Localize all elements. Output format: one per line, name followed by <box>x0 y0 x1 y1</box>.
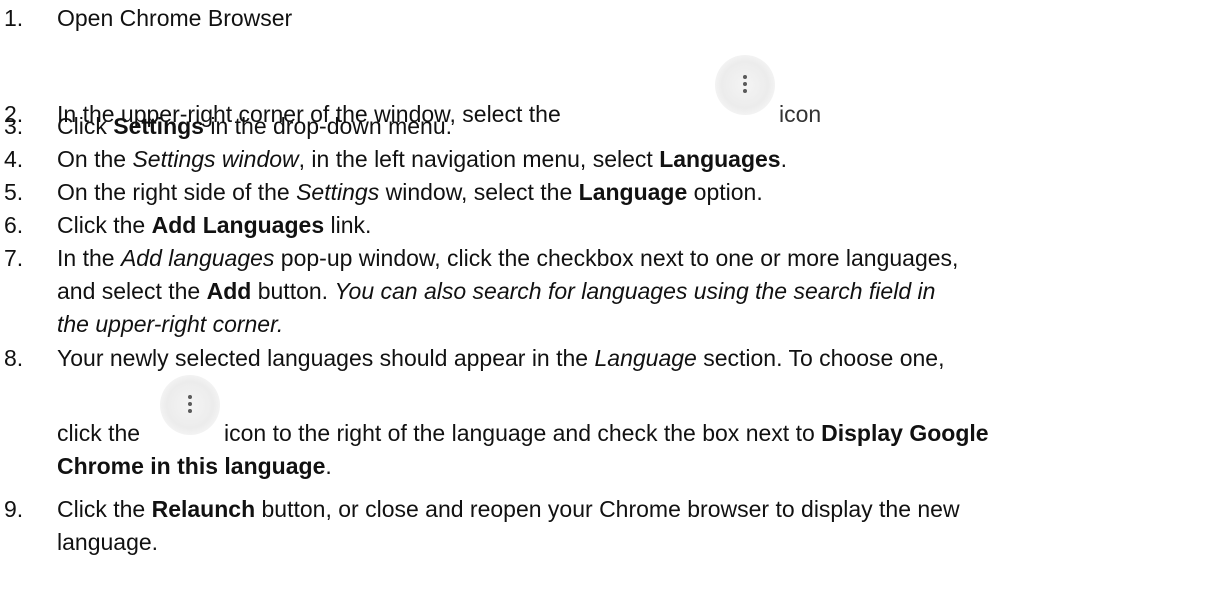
step-text-italic: You can also search for languages using … <box>334 278 936 304</box>
step-text-segment: , in the left navigation menu, select <box>298 146 660 172</box>
step-text-bold: Relaunch <box>151 496 256 522</box>
step-text: Click Settings in the drop-down menu. <box>57 110 1215 143</box>
step-text-italic: the upper-right corner. <box>57 311 284 337</box>
step-text-segment: section. To choose one, <box>696 345 945 371</box>
step-text-segment: Open Chrome Browser <box>57 5 293 31</box>
step-text-segment: Click the <box>57 496 152 522</box>
step-number: 7. <box>4 245 24 271</box>
step-text-bold: Add <box>206 278 252 304</box>
step-text-italic: Settings <box>296 179 380 205</box>
step-text-segment: link. <box>324 212 372 238</box>
step-text-segment: button, or close and reopen your Chrome … <box>255 496 960 522</box>
step-text-segment: On the <box>57 146 133 172</box>
step-text: Click the Add Languages link. <box>57 209 1215 242</box>
more-vertical-icon <box>715 55 775 115</box>
step-number: 1. <box>4 5 24 31</box>
step-7: 7. In the Add languages pop-up window, c… <box>0 242 1215 341</box>
step-9: 9. Click the Relaunch button, or close a… <box>0 493 1215 559</box>
step-text-bold: Language <box>578 179 688 205</box>
step-text-segment: Click the <box>57 212 152 238</box>
step-text-segment: pop-up window, click the checkbox next t… <box>274 245 959 271</box>
step-text-segment: click the <box>57 420 141 446</box>
step-text-segment: . <box>780 146 787 172</box>
step-number: 6. <box>4 212 24 238</box>
step-text-segment: Click <box>57 113 114 139</box>
step-text-segment: Your newly selected languages should app… <box>57 345 595 371</box>
step-text-segment: button. <box>251 278 335 304</box>
step-text-segment: in the drop-down menu. <box>203 113 453 139</box>
step-text-bold: Chrome in this language <box>57 453 326 479</box>
step-number: 8. <box>4 345 24 371</box>
step-number: 9. <box>4 496 24 522</box>
step-text-bold: Settings <box>113 113 204 139</box>
step-text: Open Chrome Browser <box>57 2 1215 35</box>
step-text-bold: Languages <box>659 146 781 172</box>
step-8: 8. Your newly selected languages should … <box>0 342 1215 482</box>
step-text-bold: Add Languages <box>151 212 325 238</box>
step-text-italic: Language <box>594 345 697 371</box>
step-number: 3. <box>4 113 24 139</box>
step-text-segment: window, select the <box>379 179 579 205</box>
step-text-segment: icon to the right of the language and ch… <box>224 420 822 446</box>
step-text-italic: Add languages <box>120 245 275 271</box>
step-text: On the Settings window, in the left navi… <box>57 143 1215 176</box>
step-text-bold: Display Google <box>821 420 989 446</box>
step-text-segment: language. <box>57 529 159 555</box>
step-text-segment: On the right side of the <box>57 179 297 205</box>
step-text-segment: . <box>325 453 332 479</box>
step-text-segment: option. <box>687 179 763 205</box>
step-number: 4. <box>4 146 24 172</box>
step-text: On the right side of the Settings window… <box>57 176 1215 209</box>
step-number: 5. <box>4 179 24 205</box>
step-text-segment: In the <box>57 245 121 271</box>
more-vertical-icon <box>160 375 220 435</box>
step-text-segment: and select the <box>57 278 207 304</box>
step-text-italic: Settings window <box>132 146 299 172</box>
